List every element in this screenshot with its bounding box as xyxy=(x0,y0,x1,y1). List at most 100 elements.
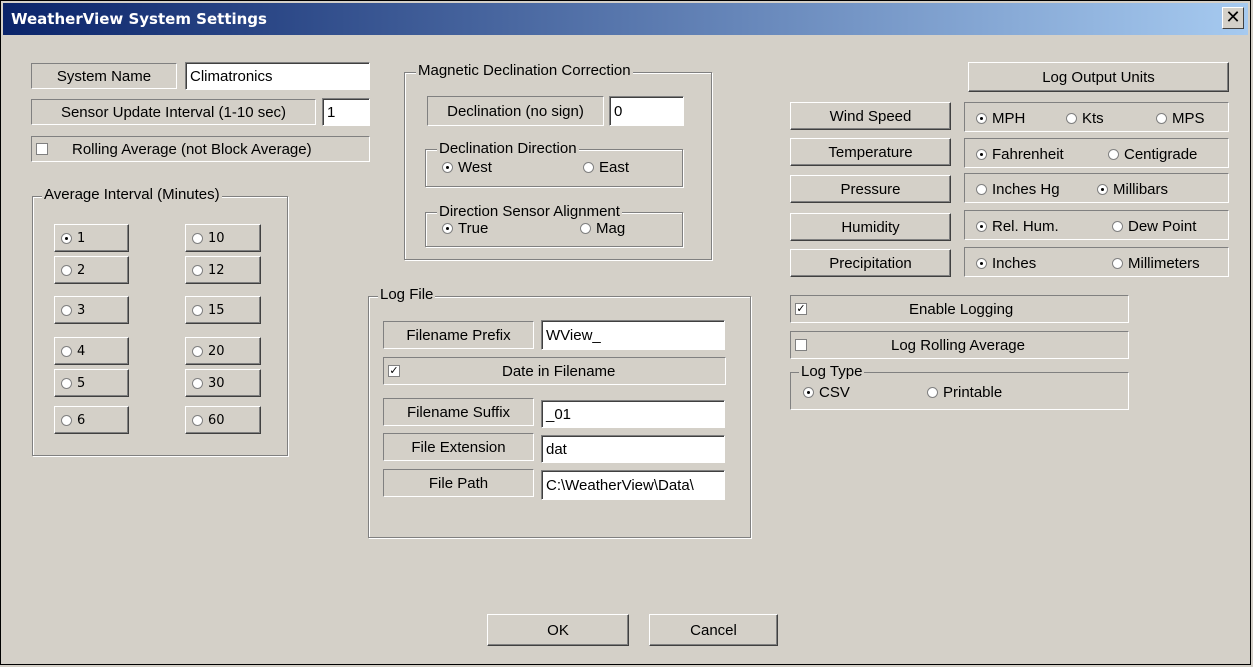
true-radio[interactable] xyxy=(442,223,453,234)
average-interval-radio[interactable] xyxy=(192,377,203,389)
printable-radio[interactable] xyxy=(927,387,938,398)
rel-hum-option[interactable]: Rel. Hum. xyxy=(976,218,1059,235)
temperature-button[interactable]: Temperature xyxy=(790,138,951,166)
mph-option[interactable]: MPH xyxy=(976,110,1025,127)
inches-hg-radio[interactable] xyxy=(976,184,987,195)
average-interval-radio[interactable] xyxy=(61,264,72,276)
filename-suffix-input[interactable]: _01 xyxy=(541,400,725,428)
pressure-button[interactable]: Pressure xyxy=(790,175,951,203)
average-interval-option[interactable]: 10 xyxy=(185,224,261,252)
inches-option[interactable]: Inches xyxy=(976,255,1036,272)
csv-option[interactable]: CSV xyxy=(803,384,850,401)
millimeters-label: Millimeters xyxy=(1128,255,1200,272)
average-interval-radio[interactable] xyxy=(61,304,72,316)
east-radio[interactable] xyxy=(583,162,594,173)
average-interval-option[interactable]: 5 xyxy=(54,369,129,397)
millimeters-option[interactable]: Millimeters xyxy=(1112,255,1200,272)
date-in-filename-checkbox[interactable]: ✓ xyxy=(388,365,400,377)
millibars-option[interactable]: Millibars xyxy=(1097,181,1168,198)
millibars-radio[interactable] xyxy=(1097,184,1108,195)
average-interval-option[interactable]: 12 xyxy=(185,256,261,284)
file-extension-input[interactable]: dat xyxy=(541,435,725,463)
mps-option[interactable]: MPS xyxy=(1156,110,1205,127)
rel-hum-label: Rel. Hum. xyxy=(992,218,1059,235)
csv-label: CSV xyxy=(819,384,850,401)
file-path-input[interactable]: C:\WeatherView\Data\ xyxy=(541,470,725,500)
system-name-label: System Name xyxy=(31,63,177,89)
millibars-label: Millibars xyxy=(1113,181,1169,198)
average-interval-label: 20 xyxy=(208,343,225,359)
average-interval-radio[interactable] xyxy=(192,345,203,357)
mph-radio[interactable] xyxy=(976,113,987,124)
mps-radio[interactable] xyxy=(1156,113,1167,124)
humidity-button[interactable]: Humidity xyxy=(790,213,951,241)
mag-radio[interactable] xyxy=(580,223,591,234)
csv-radio[interactable] xyxy=(803,387,814,398)
average-interval-option[interactable]: 60 xyxy=(185,406,261,434)
east-label: East xyxy=(599,159,630,176)
average-interval-radio[interactable] xyxy=(192,232,203,244)
enable-logging-label: Enable Logging xyxy=(909,300,1014,318)
ok-button[interactable]: OK xyxy=(487,614,629,646)
inches-hg-option[interactable]: Inches Hg xyxy=(976,181,1060,198)
kts-radio[interactable] xyxy=(1066,113,1077,124)
declination-input[interactable]: 0 xyxy=(609,96,684,126)
west-option[interactable]: West xyxy=(442,159,492,176)
average-interval-option[interactable]: 30 xyxy=(185,369,261,397)
average-interval-radio[interactable] xyxy=(192,414,203,426)
inches-radio[interactable] xyxy=(976,258,987,269)
average-interval-radio[interactable] xyxy=(192,264,203,276)
average-interval-radio[interactable] xyxy=(61,377,72,389)
average-interval-label: 6 xyxy=(77,412,86,428)
mag-option[interactable]: Mag xyxy=(580,220,625,237)
precipitation-button[interactable]: Precipitation xyxy=(790,249,951,277)
sensor-interval-input[interactable]: 1 xyxy=(322,98,370,126)
enable-logging-option[interactable]: ✓ Enable Logging xyxy=(790,295,1129,323)
wind-speed-button[interactable]: Wind Speed xyxy=(790,102,951,130)
log-output-units-button[interactable]: Log Output Units xyxy=(968,62,1229,92)
close-icon[interactable]: ✕ xyxy=(1222,7,1244,29)
average-interval-radio[interactable] xyxy=(192,304,203,316)
average-interval-radio[interactable] xyxy=(61,232,72,244)
average-interval-title: Average Interval (Minutes) xyxy=(42,186,222,203)
cancel-button[interactable]: Cancel xyxy=(649,614,778,646)
average-interval-option[interactable]: 3 xyxy=(54,296,129,324)
east-option[interactable]: East xyxy=(583,159,629,176)
true-option[interactable]: True xyxy=(442,220,488,237)
date-in-filename-option[interactable]: ✓ Date in Filename xyxy=(383,357,726,385)
dew-point-radio[interactable] xyxy=(1112,221,1123,232)
average-interval-option[interactable]: 1 xyxy=(54,224,129,252)
west-radio[interactable] xyxy=(442,162,453,173)
average-interval-label: 4 xyxy=(77,343,86,359)
average-interval-radio[interactable] xyxy=(61,345,72,357)
average-interval-radio[interactable] xyxy=(61,414,72,426)
enable-logging-checkbox[interactable]: ✓ xyxy=(795,303,807,315)
log-rolling-average-option[interactable]: Log Rolling Average xyxy=(790,331,1129,359)
filename-prefix-input[interactable]: WView_ xyxy=(541,320,725,350)
average-interval-option[interactable]: 20 xyxy=(185,337,261,365)
centigrade-option[interactable]: Centigrade xyxy=(1108,146,1197,163)
kts-option[interactable]: Kts xyxy=(1066,110,1104,127)
sensor-alignment-title: Direction Sensor Alignment xyxy=(437,203,622,220)
fahrenheit-radio[interactable] xyxy=(976,149,987,160)
average-interval-label: 30 xyxy=(208,375,225,391)
average-interval-option[interactable]: 15 xyxy=(185,296,261,324)
rolling-average-option[interactable]: Rolling Average (not Block Average) xyxy=(31,136,370,162)
printable-option[interactable]: Printable xyxy=(927,384,1002,401)
fahrenheit-option[interactable]: Fahrenheit xyxy=(976,146,1064,163)
centigrade-label: Centigrade xyxy=(1124,146,1198,163)
average-interval-option[interactable]: 2 xyxy=(54,256,129,284)
system-name-input[interactable]: Climatronics xyxy=(185,62,370,90)
rolling-average-checkbox[interactable] xyxy=(36,143,48,155)
dew-point-option[interactable]: Dew Point xyxy=(1112,218,1196,235)
rolling-average-label: Rolling Average (not Block Average) xyxy=(72,140,312,158)
title-bar: WeatherView System Settings ✕ xyxy=(3,3,1248,35)
rel-hum-radio[interactable] xyxy=(976,221,987,232)
kts-label: Kts xyxy=(1082,110,1104,127)
millimeters-radio[interactable] xyxy=(1112,258,1123,269)
centigrade-radio[interactable] xyxy=(1108,149,1119,160)
declination-direction-title: Declination Direction xyxy=(437,140,579,157)
average-interval-option[interactable]: 6 xyxy=(54,406,129,434)
average-interval-option[interactable]: 4 xyxy=(54,337,129,365)
log-rolling-average-checkbox[interactable] xyxy=(795,339,807,351)
